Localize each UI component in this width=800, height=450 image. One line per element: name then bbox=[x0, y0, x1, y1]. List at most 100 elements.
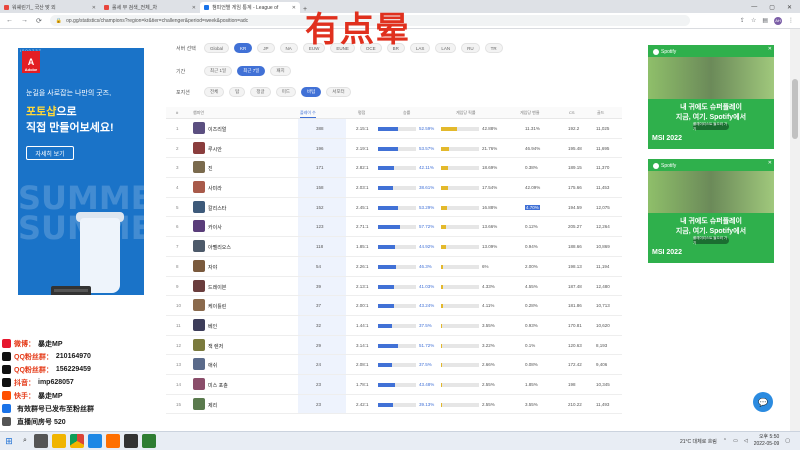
period-option-chip[interactable]: 최근 7일 bbox=[237, 66, 266, 76]
browser-tab-2[interactable]: 롤세 부 검색_전체_차 ✕ bbox=[100, 2, 200, 13]
champion-portrait[interactable] bbox=[193, 200, 205, 213]
windows-start-icon[interactable]: ⊞ bbox=[0, 432, 18, 450]
app-icon[interactable] bbox=[88, 434, 102, 448]
adobe-ad-banner[interactable]: i 0 0 0 2 3 7 A Adobe 눈길을 사로잡는 나만의 굿즈, 포… bbox=[18, 48, 144, 295]
table-row[interactable]: 6 카이사 123 2.71:1 57.72% 13.66% 0.12% 205.27 12,2… bbox=[166, 217, 622, 238]
champion-portrait[interactable] bbox=[193, 338, 205, 351]
champion-name[interactable]: 미스 포츈 bbox=[208, 382, 228, 389]
app-icon[interactable] bbox=[142, 434, 156, 448]
champion-name[interactable]: 루시안 bbox=[208, 146, 222, 153]
champion-name[interactable]: 사미라 bbox=[208, 185, 222, 192]
position-option-chip[interactable]: 바텀 bbox=[300, 87, 322, 97]
region-option-chip[interactable]: KR bbox=[234, 43, 253, 53]
ad-popup-menu[interactable] bbox=[51, 286, 91, 295]
table-row[interactable]: 5 칼리스타 152 2.45:1 53.29% 16.88% 4.70% 194.59 12,… bbox=[166, 197, 622, 218]
position-option-chip[interactable]: 전체 bbox=[204, 87, 225, 97]
app-icon[interactable] bbox=[124, 434, 138, 448]
champion-name[interactable]: 애쉬 bbox=[208, 362, 217, 369]
champion-portrait[interactable] bbox=[193, 318, 205, 331]
champion-portrait[interactable] bbox=[193, 220, 205, 233]
volume-icon[interactable]: ◁ bbox=[744, 438, 748, 444]
spotify-ad-banner-2[interactable]: Spotify ✕ 내 귀에도 슈퍼플레이 지금, 여기. Spotify에서 … bbox=[648, 159, 774, 263]
position-option-chip[interactable]: 미드 bbox=[275, 87, 296, 97]
period-option-chip[interactable]: 패치 bbox=[270, 66, 291, 76]
champion-name[interactable]: 칼리스타 bbox=[208, 205, 226, 212]
champion-name[interactable]: 제리 bbox=[208, 402, 217, 409]
table-row[interactable]: 10 케이틀린 37 2.00:1 43.24% 4.11% 0.28% 181.86 10,7… bbox=[166, 296, 622, 316]
browser-tab-1[interactable]: 워쉐린기_ 국산 맞 외 ✕ bbox=[0, 2, 100, 13]
region-option-chip[interactable]: LAS bbox=[409, 43, 431, 53]
chat-bubble-icon[interactable]: 💬 bbox=[753, 392, 773, 412]
tray-up-arrow-icon[interactable]: ⌃ bbox=[723, 438, 727, 444]
header-cs[interactable]: CS bbox=[569, 110, 575, 115]
table-row[interactable]: 11 베인 32 1.44:1 37.5% 3.55% 0.93% 170.81 10,620 bbox=[166, 315, 622, 336]
champion-portrait[interactable] bbox=[193, 259, 205, 272]
champion-name[interactable]: 드레이븐 bbox=[208, 284, 226, 291]
ad-close-icon[interactable]: ✕ bbox=[768, 46, 772, 52]
header-pick-rate[interactable]: 게임당 픽률 bbox=[456, 110, 476, 116]
table-row[interactable]: 12 잭 렌저 29 3.14:1 51.72% 3.22% 0.1% 120.63 8,193 bbox=[166, 335, 622, 356]
position-option-chip[interactable]: 정글 bbox=[250, 87, 271, 97]
table-row[interactable]: 3 진 171 2.82:1 42.11% 18.69% 0.38% 189.15 11,370 bbox=[166, 158, 622, 179]
region-option-chip[interactable]: Global bbox=[204, 43, 230, 53]
scrollbar-thumb[interactable] bbox=[792, 79, 798, 139]
champion-portrait[interactable] bbox=[193, 358, 205, 371]
champion-name[interactable]: 진 bbox=[208, 165, 213, 172]
champion-name[interactable]: 이즈리얼 bbox=[208, 126, 226, 133]
back-icon[interactable]: ← bbox=[6, 17, 13, 24]
position-option-chip[interactable]: 서포터 bbox=[326, 87, 351, 97]
champion-name[interactable]: 케이틀린 bbox=[208, 303, 226, 310]
champion-portrait[interactable] bbox=[193, 181, 205, 194]
table-row[interactable]: 15 제리 23 2.42:1 39.13% 2.55% 3.55% 210.22 11,493 bbox=[166, 394, 622, 415]
ad-cta-button[interactable]: 플레이리스트 들으러 가기 bbox=[693, 122, 729, 131]
champion-portrait[interactable] bbox=[193, 279, 205, 292]
tab-close-icon[interactable]: ✕ bbox=[92, 5, 96, 11]
header-rank[interactable]: # bbox=[176, 110, 178, 115]
position-option-chip[interactable]: 탑 bbox=[229, 87, 246, 97]
tab-close-icon[interactable]: ✕ bbox=[292, 5, 296, 11]
table-row[interactable]: 7 아펠리오스 118 1.85:1 44.92% 13.09% 0.94% 188.66 10… bbox=[166, 237, 622, 257]
region-option-chip[interactable]: RU bbox=[461, 43, 480, 53]
table-row[interactable]: 4 사미라 158 2.03:1 38.61% 17.54% 42.09% 175.66 11,… bbox=[166, 178, 622, 198]
task-view-icon[interactable] bbox=[34, 434, 48, 448]
champion-portrait[interactable] bbox=[193, 397, 205, 410]
table-row[interactable]: 13 애쉬 24 2.08:1 37.5% 2.66% 0.08% 172.42 9,406 bbox=[166, 355, 622, 375]
period-option-chip[interactable]: 최근 1일 bbox=[204, 66, 233, 76]
header-games[interactable]: 플레이 수 bbox=[300, 110, 316, 118]
region-option-chip[interactable]: NA bbox=[279, 43, 298, 53]
tab-close-icon[interactable]: ✕ bbox=[192, 5, 196, 11]
header-gold[interactable]: 골드 bbox=[597, 110, 604, 116]
page-scrollbar[interactable] bbox=[790, 29, 800, 431]
champion-portrait[interactable] bbox=[193, 377, 205, 390]
notification-icon[interactable]: ▢ bbox=[785, 438, 790, 444]
browser-tab-3[interactable]: 챔피언별 게임 통계 - League of ✕ bbox=[200, 2, 300, 13]
champion-portrait[interactable] bbox=[193, 141, 205, 154]
menu-icon[interactable]: ⋮ bbox=[788, 17, 794, 25]
file-explorer-icon[interactable] bbox=[52, 434, 66, 448]
extension-icon[interactable]: ▤ bbox=[762, 17, 768, 25]
champion-name[interactable]: 자야 bbox=[208, 264, 217, 271]
header-champion[interactable]: 챔피언 bbox=[193, 110, 204, 116]
spotify-ad-banner-1[interactable]: Spotify ✕ 내 귀에도 슈퍼플레이 지금, 여기. Spotify에서 … bbox=[648, 45, 774, 149]
profile-avatar[interactable]: AH bbox=[774, 16, 782, 25]
maximize-icon[interactable]: ▢ bbox=[769, 4, 775, 11]
header-ban-rate[interactable]: 게임당 밴율 bbox=[520, 110, 540, 116]
header-win-rate[interactable]: 승률 bbox=[403, 110, 410, 116]
reload-icon[interactable]: ⟳ bbox=[36, 17, 42, 25]
ad-cta-button[interactable]: 자세히 보기 bbox=[26, 146, 74, 160]
champion-name[interactable]: 베인 bbox=[208, 323, 217, 330]
bookmark-star-icon[interactable]: ☆ bbox=[751, 17, 756, 25]
ad-close-icon[interactable]: ✕ bbox=[768, 160, 772, 166]
forward-icon[interactable]: → bbox=[21, 17, 28, 24]
header-kda[interactable]: 평점 bbox=[358, 110, 365, 116]
app-icon[interactable] bbox=[106, 434, 120, 448]
champion-name[interactable]: 카이사 bbox=[208, 224, 222, 231]
champion-portrait[interactable] bbox=[193, 240, 205, 253]
weather-text[interactable]: 21°C 대체로 흐림 bbox=[680, 438, 717, 445]
ad-cta-button[interactable]: 플레이리스트 들으러 가기 bbox=[693, 236, 729, 245]
clock[interactable]: 오후 5:50 2022-05-09 bbox=[754, 434, 780, 448]
champion-portrait[interactable] bbox=[193, 161, 205, 174]
region-option-chip[interactable]: JP bbox=[257, 43, 275, 53]
network-icon[interactable]: ▭ bbox=[733, 438, 738, 444]
taskbar-search-icon[interactable]: ⌕ bbox=[18, 432, 32, 450]
